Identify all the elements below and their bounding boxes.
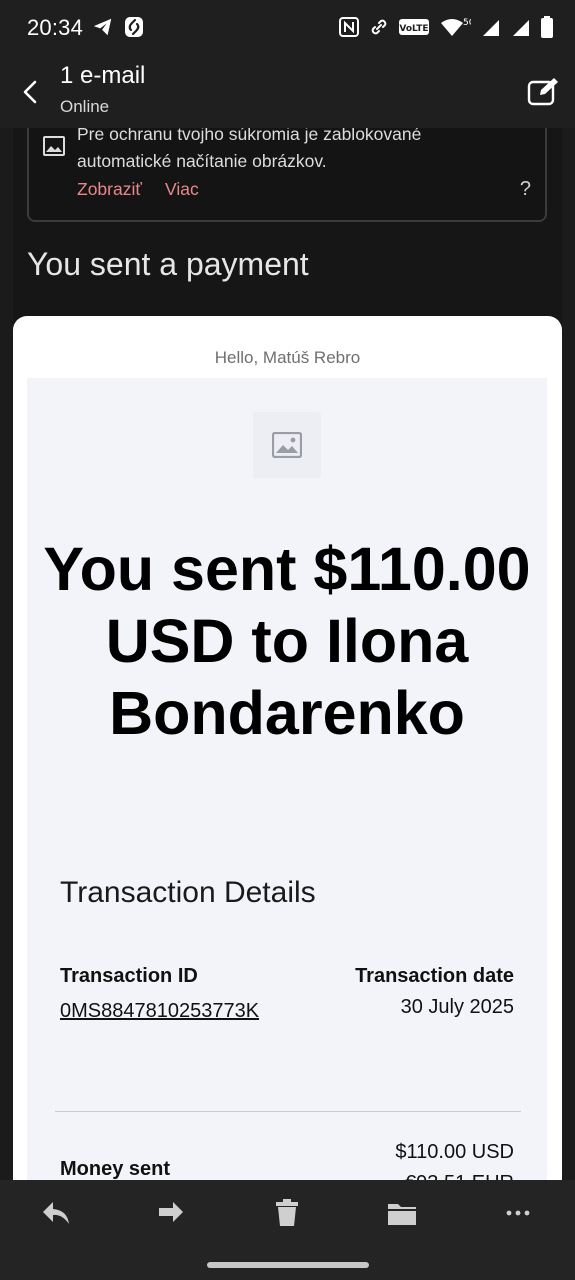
more-icon[interactable] — [498, 1198, 538, 1232]
signal-icon — [481, 17, 501, 37]
image-blocked-notice: Pre ochranu tvojho súkromia je zablokova… — [27, 128, 547, 222]
logo-image-placeholder — [253, 412, 321, 478]
transaction-id-label: Transaction ID — [60, 965, 198, 987]
gesture-nav-handle[interactable] — [207, 1262, 369, 1268]
image-icon — [43, 136, 65, 156]
forward-icon[interactable] — [151, 1198, 191, 1232]
compose-icon[interactable] — [527, 76, 561, 108]
money-sent-label: Money sent — [60, 1158, 171, 1180]
link-icon — [369, 17, 389, 37]
telegram-icon — [92, 16, 114, 38]
shazam-icon — [124, 16, 144, 38]
connection-status: Online — [60, 97, 110, 116]
transaction-date-label: Transaction date — [355, 965, 514, 987]
transaction-id-link[interactable]: 0MS8847810253773K — [60, 996, 270, 1027]
greeting: Hello, Matúš Rebro — [214, 348, 361, 367]
battery-icon — [541, 16, 553, 38]
email-card: Hello, Matúš Rebro You sent $110.00 USD … — [13, 316, 562, 1180]
section-title: Transaction Details — [60, 876, 316, 909]
payment-headline: You sent $110.00 USD to Ilona Bondarenko — [43, 535, 531, 747]
transaction-date: 30 July 2025 — [400, 996, 514, 1018]
help-button[interactable]: ? — [520, 178, 531, 201]
message-view[interactable]: Pre ochranu tvojho súkromia je zablokova… — [0, 128, 575, 1180]
email-area: Pre ochranu tvojho súkromia je zablokova… — [13, 128, 562, 1180]
wifi-icon: 5G — [439, 16, 471, 38]
arrow-back-icon[interactable] — [18, 78, 44, 106]
privacy-text: Pre ochranu tvojho súkromia je zablokova… — [77, 128, 422, 171]
divider — [55, 1111, 521, 1112]
email-subject: You sent a payment — [27, 246, 309, 282]
reply-icon[interactable] — [36, 1198, 76, 1232]
money-sent-usd: $110.00 USD — [395, 1141, 514, 1163]
svg-text:VoLTE: VoLTE — [399, 24, 428, 34]
status-bar: 20:34 VoLTE 5G — [0, 0, 575, 56]
delete-icon[interactable] — [267, 1198, 307, 1232]
volte-icon: VoLTE — [399, 18, 429, 36]
show-images-link[interactable]: Zobraziť — [77, 179, 142, 200]
clock: 20:34 — [27, 15, 84, 40]
more-info-link[interactable]: Viac — [165, 179, 199, 200]
email-body: You sent $110.00 USD to Ilona Bondarenko… — [27, 378, 547, 1180]
folder-icon[interactable] — [382, 1198, 422, 1232]
signal-icon — [511, 17, 531, 37]
money-sent-eur: €93.51 EUR — [405, 1172, 514, 1180]
nfc-icon — [339, 17, 359, 37]
svg-text:5G: 5G — [463, 18, 471, 28]
app-bar: 1 e-mail Online — [0, 56, 575, 128]
page-title: 1 e-mail — [60, 62, 146, 89]
